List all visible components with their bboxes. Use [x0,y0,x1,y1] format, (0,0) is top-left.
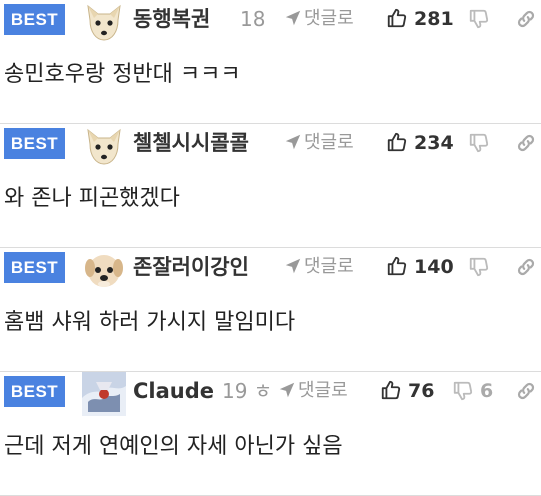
timestamp: 18 [240,7,266,31]
comment-item: BEST Claude 19 ㅎ 댓글로 76 6 근데 저게 연예인의 자세 … [0,372,541,496]
link-icon[interactable] [515,380,537,402]
reply-button[interactable]: 댓글로 [284,252,354,282]
best-badge: BEST [4,376,65,407]
thumbs-down-icon [468,256,490,278]
dislike-button[interactable] [468,252,496,282]
nickname[interactable]: 존잘러이강인 [133,252,249,282]
puppy-avatar[interactable] [82,248,126,292]
best-badge: BEST [4,128,65,159]
like-count: 234 [414,132,454,154]
reply-button[interactable]: 댓글로 [284,128,354,158]
link-icon[interactable] [515,8,537,30]
comment-item: BEST 존잘러이강인 댓글로 140 홈뱀 샤워 하러 가시지 말임미다 [0,248,541,372]
dislike-button[interactable] [468,128,496,158]
send-arrow-icon [278,381,296,399]
like-button[interactable]: 281 [386,4,454,34]
reply-label: 댓글로 [304,256,354,277]
thumbs-down-icon [452,380,474,402]
thumbs-down-icon [468,8,490,30]
nickname[interactable]: 동행복권 [133,4,210,34]
photo-avatar[interactable] [82,372,126,416]
best-badge: BEST [4,252,65,283]
link-icon[interactable] [515,256,537,278]
send-arrow-icon [284,9,302,27]
comment-header: BEST 존잘러이강인 댓글로 140 [0,248,541,286]
dog-avatar[interactable] [82,0,126,44]
thumbs-up-icon [380,379,402,401]
comment-item: BEST 동행복권 18 댓글로 281 송민호우랑 정반대 ㅋㅋㅋ [0,0,541,124]
thumbs-up-icon [386,7,408,29]
send-arrow-icon [284,257,302,275]
comment-item: BEST 첼첼시시콜콜 댓글로 234 와 존나 피곤했겠다 [0,124,541,248]
like-button[interactable]: 234 [386,128,454,158]
dislike-button[interactable]: 6 [452,376,493,406]
best-badge: BEST [4,4,65,35]
thumbs-down-icon [468,132,490,154]
like-button[interactable]: 76 [380,376,434,406]
comment-text: 와 존나 피곤했겠다 [4,186,180,211]
send-arrow-icon [284,133,302,151]
comment-header: BEST 동행복권 18 댓글로 281 [0,0,541,38]
like-button[interactable]: 140 [386,252,454,282]
like-count: 140 [414,256,454,278]
reply-label: 댓글로 [298,380,348,401]
like-count: 281 [414,8,454,30]
nickname[interactable]: 첼첼시시콜콜 [133,128,249,158]
dislike-button[interactable] [468,4,496,34]
comment-text: 근데 저게 연예인의 자세 아닌가 싶음 [4,434,343,459]
reply-button[interactable]: 댓글로 [284,4,354,34]
reply-button[interactable]: 댓글로 [278,376,348,406]
comment-text: 송민호우랑 정반대 ㅋㅋㅋ [4,62,241,87]
timestamp: 19 ㅎ [222,379,273,403]
nickname[interactable]: Claude [133,376,214,406]
dog-avatar[interactable] [82,124,126,168]
comment-header: BEST 첼첼시시콜콜 댓글로 234 [0,124,541,162]
comment-text: 홈뱀 샤워 하러 가시지 말임미다 [4,310,296,335]
dislike-count: 6 [480,380,494,402]
reply-label: 댓글로 [304,8,354,29]
comment-header: BEST Claude 19 ㅎ 댓글로 76 6 [0,372,541,410]
like-count: 76 [408,380,435,402]
thumbs-up-icon [386,131,408,153]
thumbs-up-icon [386,255,408,277]
reply-label: 댓글로 [304,132,354,153]
link-icon[interactable] [515,132,537,154]
